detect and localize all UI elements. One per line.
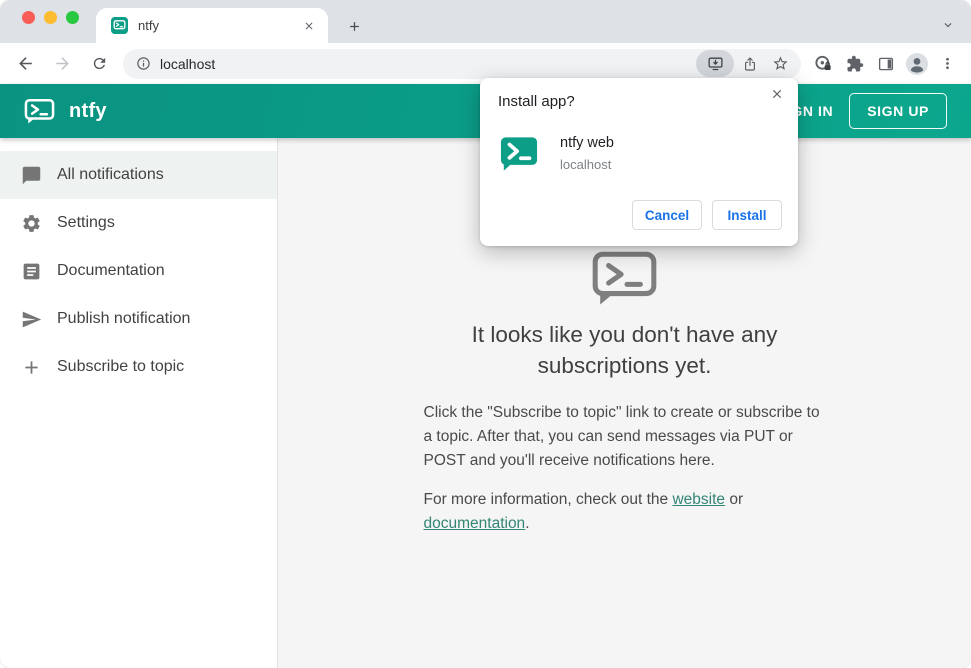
sidebar-item-documentation[interactable]: Documentation: [0, 247, 277, 295]
send-icon: [22, 311, 42, 327]
site-info-icon[interactable]: [136, 56, 151, 71]
browser-tab-ntfy[interactable]: ntfy: [96, 8, 328, 43]
sidebar-item-settings[interactable]: Settings: [0, 199, 277, 247]
sign-up-button[interactable]: SIGN UP: [849, 93, 947, 129]
share-icon[interactable]: [734, 50, 765, 78]
profile-avatar[interactable]: [901, 48, 932, 80]
extensions-puzzle-icon[interactable]: [839, 48, 870, 80]
tab-close-icon[interactable]: [300, 17, 318, 35]
paragraph-text: .: [525, 515, 530, 532]
sidebar-item-label: Settings: [57, 214, 115, 231]
ntfy-favicon-icon: [111, 17, 128, 34]
brand-title: ntfy: [69, 99, 107, 122]
documentation-link[interactable]: documentation: [424, 515, 526, 532]
password-manager-extension-icon[interactable]: [808, 48, 839, 80]
back-button[interactable]: [7, 47, 44, 81]
sidebar-item-label: Subscribe to topic: [57, 358, 185, 375]
window-controls: [22, 11, 79, 24]
browser-window: ntfy localhost ntfy SIGN IN SIGN UP All …: [0, 0, 971, 668]
empty-state-heading: It looks like you don't have any subscri…: [471, 322, 778, 378]
sidebar-item-label: All notifications: [57, 166, 164, 183]
paragraph-text: or: [725, 491, 744, 508]
new-tab-button[interactable]: [341, 13, 367, 39]
plus-icon: [25, 360, 38, 374]
sidebar-item-label: Documentation: [57, 262, 165, 279]
tab-title: ntfy: [138, 18, 159, 33]
sidebar-item-all-notifications[interactable]: All notifications: [0, 151, 277, 199]
tab-strip: ntfy: [0, 0, 971, 43]
ntfy-app-icon: [500, 137, 538, 171]
gear-icon: [23, 214, 40, 232]
article-icon: [23, 263, 40, 279]
forward-button[interactable]: [44, 47, 81, 81]
browser-menu-kebab-icon[interactable]: [932, 48, 963, 80]
ntfy-logo-icon: [24, 98, 55, 124]
address-url[interactable]: localhost: [160, 56, 696, 72]
install-app-toolbar-button[interactable]: [696, 50, 734, 77]
chat-icon: [22, 166, 41, 184]
sidebar-item-publish-notification[interactable]: Publish notification: [0, 295, 277, 343]
install-button[interactable]: Install: [712, 200, 782, 230]
sidebar-item-subscribe-to-topic[interactable]: Subscribe to topic: [0, 343, 277, 391]
bookmark-star-icon[interactable]: [765, 50, 796, 78]
toolbar-right-icons: [808, 48, 963, 80]
paragraph-text: For more information, check out the: [423, 491, 673, 508]
dialog-close-icon[interactable]: [766, 83, 788, 105]
maximize-window-button[interactable]: [66, 11, 79, 24]
empty-state-paragraph-links: For more information, check out the webs…: [424, 488, 826, 536]
side-panel-icon[interactable]: [870, 48, 901, 80]
sidebar-item-label: Publish notification: [57, 310, 191, 327]
sidebar: All notifications Settings Documentation…: [0, 138, 278, 668]
empty-state-paragraph: Click the "Subscribe to topic" link to c…: [423, 404, 820, 469]
dialog-app-origin: localhost: [560, 157, 612, 172]
cancel-button[interactable]: Cancel: [632, 200, 702, 230]
install-app-dialog: Install app? ntfy web localhost Cancel I…: [480, 78, 798, 246]
ntfy-empty-state-logo-icon: [592, 251, 657, 305]
close-window-button[interactable]: [22, 11, 35, 24]
dialog-title: Install app?: [498, 93, 575, 110]
address-bar[interactable]: localhost: [123, 48, 801, 79]
minimize-window-button[interactable]: [44, 11, 57, 24]
website-link[interactable]: website: [672, 491, 725, 508]
refresh-button[interactable]: [81, 47, 118, 81]
tab-search-chevron-icon[interactable]: [937, 14, 959, 36]
dialog-app-name: ntfy web: [560, 135, 614, 151]
